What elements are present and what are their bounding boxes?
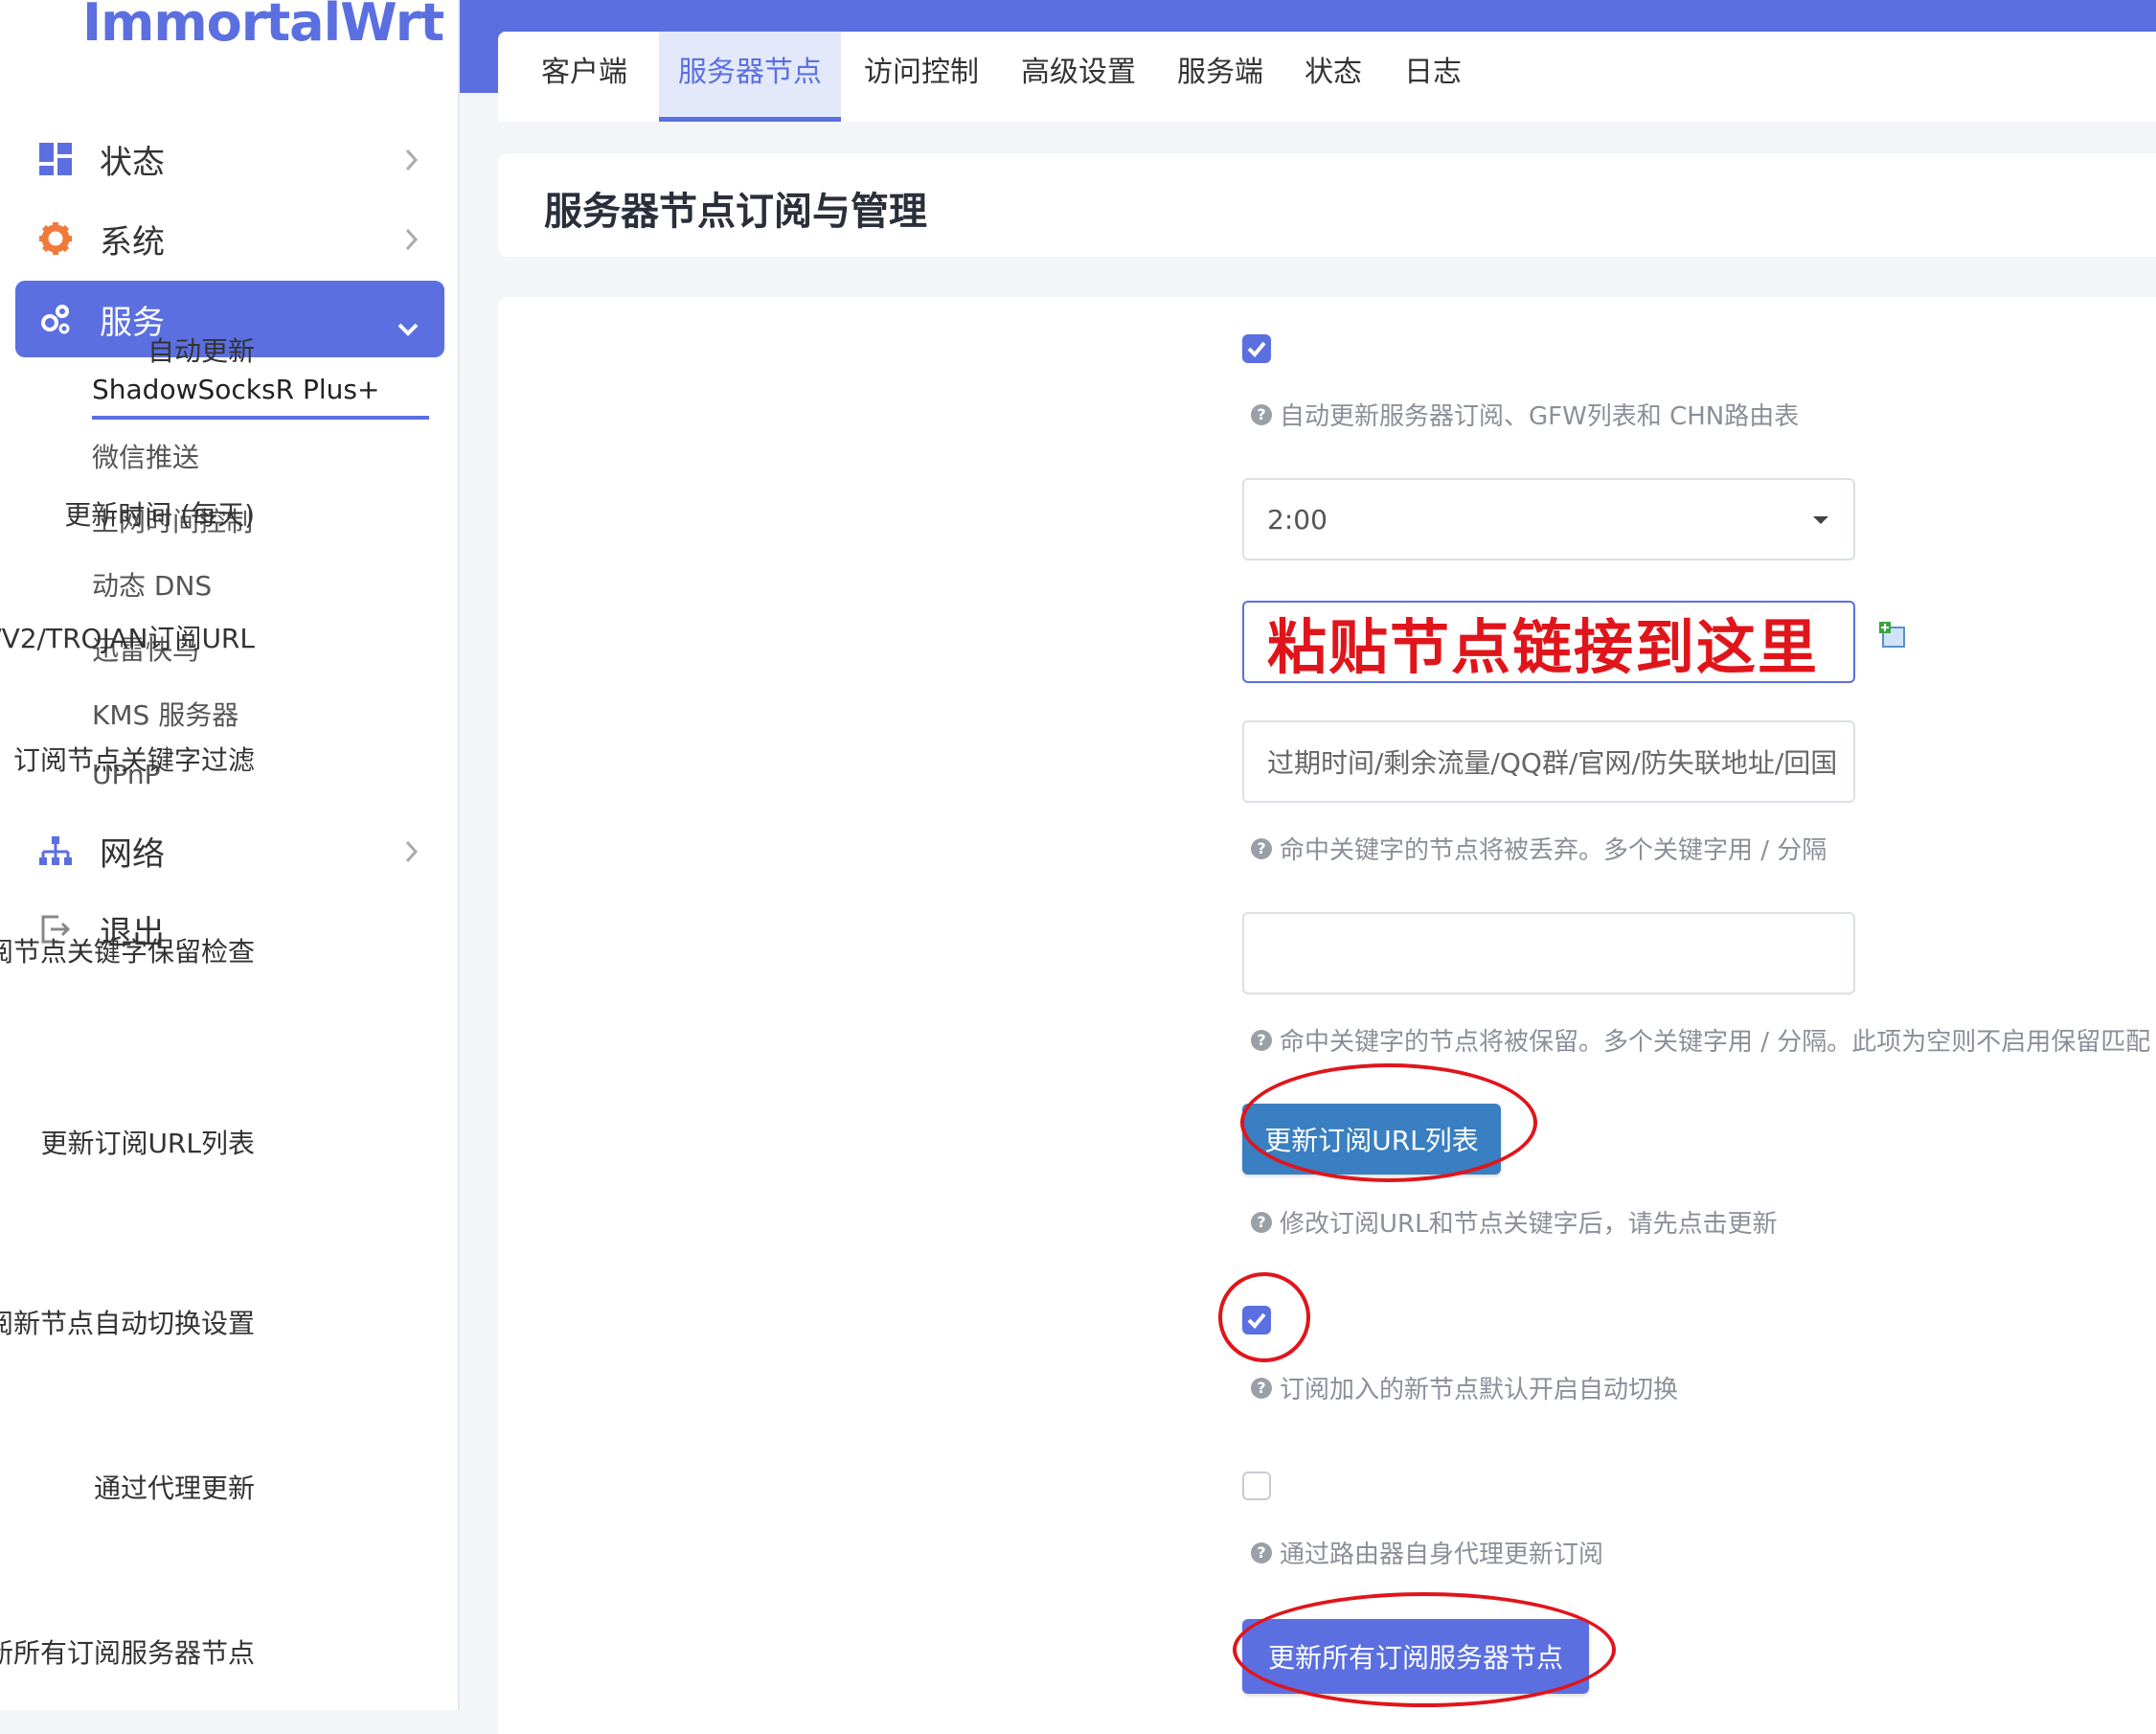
tab-access-control[interactable]: 访问控制 <box>860 32 983 122</box>
chevron-down-icon <box>397 308 420 346</box>
question-icon: ? <box>1251 1211 1272 1233</box>
active-subitem-underline <box>92 416 429 420</box>
sub-url-label: SS/SSR/V2/TROJAN订阅URL <box>0 623 255 654</box>
sidebar-item-label: 系统 <box>100 222 165 262</box>
page-title: 服务器节点订阅与管理 <box>544 190 927 234</box>
chevron-right-icon <box>404 835 420 874</box>
sidebar-item-label: 网络 <box>100 834 165 874</box>
filter-words-input[interactable]: 过期时间/剩余流量/QQ群/官网/防失联地址/回国 <box>1242 720 1855 803</box>
sidebar-item-network[interactable]: 网络 <box>15 812 444 889</box>
sidebar-item-label: 状态 <box>100 143 165 182</box>
update-all-label: 更新所有订阅服务器节点 <box>0 1637 255 1669</box>
sidebar-subitem-wechat-push[interactable]: 微信推送 <box>92 437 199 475</box>
proxy-update-label: 通过代理更新 <box>93 1472 255 1504</box>
sidebar-subitem-ddns[interactable]: 动态 DNS <box>92 565 212 604</box>
tab-client[interactable]: 客户端 <box>536 32 632 122</box>
sidebar-item-status[interactable]: 状态 <box>15 121 444 197</box>
question-icon: ? <box>1251 1377 1272 1399</box>
tab-bar: 客户端 服务器节点 访问控制 高级设置 服务端 状态 日志 <box>498 32 2156 122</box>
sidebar-item-system[interactable]: 系统 <box>15 200 444 277</box>
auto-switch-help: ? 订阅加入的新节点默认开启自动切换 <box>1251 1370 1678 1405</box>
auto-update-label: 自动更新 <box>147 335 255 367</box>
gear-icon <box>36 219 75 258</box>
keep-words-label: 订阅节点关键字保留检查 <box>0 936 255 968</box>
question-icon: ? <box>1251 837 1272 859</box>
dropdown-caret-icon <box>1813 516 1828 524</box>
tab-advanced[interactable]: 高级设置 <box>1017 32 1140 122</box>
filter-words-label: 订阅节点关键字过滤 <box>12 744 255 776</box>
tab-server[interactable]: 服务端 <box>1174 32 1266 122</box>
add-field-icon[interactable] <box>1879 622 1908 650</box>
proxy-update-checkbox[interactable] <box>1242 1472 1271 1500</box>
annotation-circle <box>1240 1063 1537 1182</box>
auto-update-help: ? 自动更新服务器订阅、GFW列表和 CHN路由表 <box>1251 397 1799 432</box>
annotation-circle <box>1218 1272 1310 1362</box>
auto-update-checkbox[interactable] <box>1242 334 1271 363</box>
cogs-icon <box>36 300 75 338</box>
sidebar-subitem-kms[interactable]: KMS 服务器 <box>92 695 238 733</box>
keep-words-help: ? 命中关键字的节点将被保留。多个关键字用 / 分隔。此项为空则不启用保留匹配 <box>1251 1022 2150 1058</box>
question-icon: ? <box>1251 403 1272 425</box>
dashboard-icon <box>36 140 75 178</box>
update-time-select[interactable]: 2:00 <box>1242 478 1855 560</box>
tab-server-nodes[interactable]: 服务器节点 <box>659 32 841 122</box>
update-url-list-help: ? 修改订阅URL和节点关键字后，请先点击更新 <box>1251 1204 1778 1240</box>
page-title-card: 服务器节点订阅与管理 <box>498 153 2156 257</box>
update-url-list-label: 更新订阅URL列表 <box>40 1128 255 1159</box>
proxy-update-help: ? 通过路由器自身代理更新订阅 <box>1251 1535 1603 1570</box>
annotation-circle <box>1233 1592 1616 1707</box>
question-icon: ? <box>1251 1029 1272 1051</box>
sidebar: ImmortalWrt 状态 系统 服务 ShadowSocksR Plus+ … <box>0 0 460 1710</box>
chevron-right-icon <box>404 223 420 262</box>
question-icon: ? <box>1251 1541 1272 1563</box>
sub-url-input[interactable]: 粘贴节点链接到这里 <box>1242 601 1855 683</box>
chevron-right-icon <box>404 144 420 182</box>
filter-words-help: ? 命中关键字的节点将被丢弃。多个关键字用 / 分隔 <box>1251 831 1827 866</box>
tab-log[interactable]: 日志 <box>1400 32 1465 122</box>
keep-words-input[interactable] <box>1242 912 1855 994</box>
checkmark-icon <box>1247 341 1266 357</box>
brand-logo: ImmortalWrt <box>82 0 444 53</box>
update-time-label: 更新时间 (每天) <box>64 499 255 531</box>
network-icon <box>36 832 75 870</box>
tab-status[interactable]: 状态 <box>1301 32 1366 122</box>
auto-switch-label: 订阅新节点自动切换设置 <box>0 1308 255 1339</box>
sidebar-subitem-ssr-plus[interactable]: ShadowSocksR Plus+ <box>92 374 379 405</box>
